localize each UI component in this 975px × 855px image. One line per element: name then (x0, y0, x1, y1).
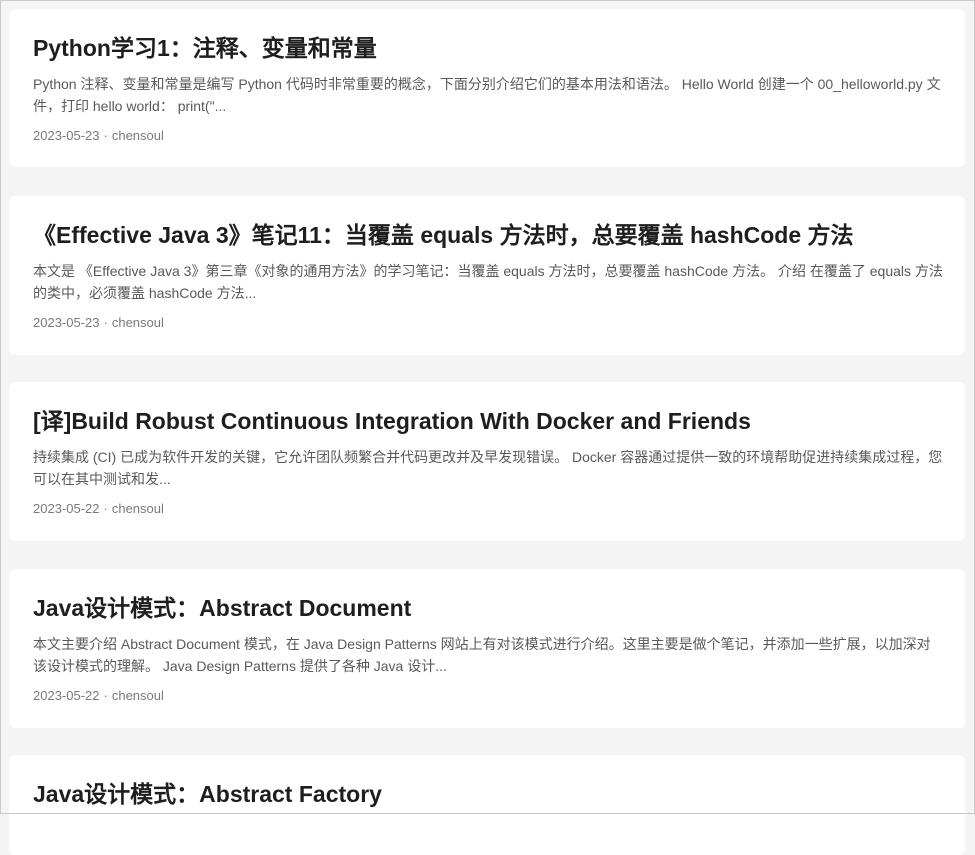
post-title[interactable]: Python学习1：注释、变量和常量 (33, 33, 941, 64)
post-meta: 2023-05-22 · chensoul (33, 687, 941, 705)
meta-separator: · (103, 688, 108, 703)
post-card[interactable]: Java设计模式：Abstract Document 本文主要介绍 Abstra… (9, 569, 965, 728)
post-author: chensoul (111, 688, 164, 703)
meta-separator: · (103, 501, 108, 516)
post-summary: 持续集成 (CI) 已成为软件开发的关键，它允许团队频繁合并代码更改并及早发现错… (33, 449, 943, 487)
post-summary (33, 819, 943, 855)
post-summary: Python 注释、变量和常量是编写 Python 代码时非常重要的概念，下面分… (33, 76, 941, 114)
post-author: chensoul (111, 501, 164, 516)
post-title[interactable]: Java设计模式：Abstract Factory (33, 779, 941, 810)
meta-separator: · (103, 128, 108, 143)
post-meta: 2023-05-23 · chensoul (33, 314, 941, 332)
post-title[interactable]: 《Effective Java 3》笔记11：当覆盖 equals 方法时，总要… (33, 220, 941, 251)
post-card[interactable]: [译]Build Robust Continuous Integration W… (9, 382, 965, 541)
post-date: 2023-05-22 (33, 501, 100, 516)
post-date: 2023-05-22 (33, 688, 100, 703)
post-date: 2023-05-23 (33, 315, 100, 330)
post-card[interactable]: Java设计模式：Abstract Factory (9, 755, 965, 855)
post-date: 2023-05-23 (33, 128, 100, 143)
meta-separator: · (103, 315, 108, 330)
post-meta: 2023-05-23 · chensoul (33, 127, 941, 145)
post-title[interactable]: [译]Build Robust Continuous Integration W… (33, 406, 941, 437)
post-card[interactable]: 《Effective Java 3》笔记11：当覆盖 equals 方法时，总要… (9, 196, 965, 355)
post-summary: 本文主要介绍 Abstract Document 模式，在 Java Desig… (33, 636, 931, 674)
post-card[interactable]: Python学习1：注释、变量和常量 Python 注释、变量和常量是编写 Py… (9, 9, 965, 167)
post-summary: 本文是 《Effective Java 3》第三章《对象的通用方法》的学习笔记：… (33, 263, 943, 301)
post-author: chensoul (111, 315, 164, 330)
post-author: chensoul (111, 128, 164, 143)
post-title[interactable]: Java设计模式：Abstract Document (33, 593, 941, 624)
post-meta: 2023-05-22 · chensoul (33, 500, 941, 518)
